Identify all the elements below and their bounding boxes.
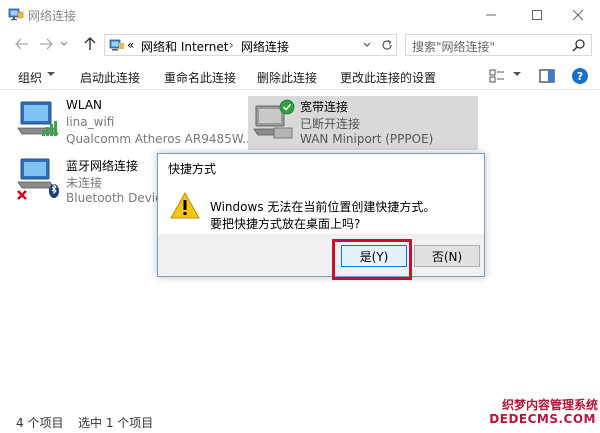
change-settings-button[interactable]: 更改此连接的设置 xyxy=(340,69,436,86)
arrow-left-icon xyxy=(15,38,28,50)
shortcut-dialog: 快捷方式 Windows 无法在当前位置创建快捷方式。 要把快捷方式放在桌面上吗… xyxy=(157,153,485,280)
watermark-line1: 织梦内容管理系统 xyxy=(501,398,598,412)
dialog-message-line1: Windows 无法在当前位置创建快捷方式。 xyxy=(210,200,436,214)
minimize-icon xyxy=(486,14,496,16)
broadband-icon xyxy=(253,99,295,139)
selected-count: 选中 1 个项目 xyxy=(78,416,154,430)
connection-status: 未连接 xyxy=(66,176,103,190)
arrow-right-icon xyxy=(40,38,53,50)
wifi-adapter-icon xyxy=(17,101,59,136)
help-icon[interactable]: ? xyxy=(571,67,589,85)
arrow-up-icon xyxy=(84,37,96,50)
warning-icon xyxy=(170,192,200,219)
item-count: 4 个项目 xyxy=(16,416,64,430)
address-history-button[interactable] xyxy=(359,37,375,53)
search-icon[interactable] xyxy=(571,38,587,54)
breadcrumb-separator[interactable]: › xyxy=(229,38,234,52)
maximize-button[interactable] xyxy=(514,0,560,30)
path-overflow[interactable]: « xyxy=(127,38,134,52)
connection-name: WLAN xyxy=(66,98,103,112)
back-button[interactable] xyxy=(12,34,32,54)
delete-connection-button[interactable]: 删除此连接 xyxy=(257,69,317,86)
forward-button[interactable] xyxy=(36,34,56,54)
title-bar: 网络连接 xyxy=(0,0,600,30)
close-button[interactable] xyxy=(556,0,600,30)
connection-status: lina_wifi xyxy=(66,115,115,129)
minimize-button[interactable] xyxy=(468,0,514,30)
refresh-icon xyxy=(382,39,392,50)
network-folder-icon xyxy=(109,39,124,51)
watermark: 织梦内容管理系统 DEDECMS.COM xyxy=(489,396,598,432)
refresh-button[interactable] xyxy=(379,37,395,53)
dialog-body: Windows 无法在当前位置创建快捷方式。 要把快捷方式放在桌面上吗? xyxy=(158,182,484,234)
organize-menu[interactable]: 组织 xyxy=(18,69,42,86)
dialog-footer: 是(Y) 否(N) xyxy=(158,234,484,276)
svg-text:?: ? xyxy=(577,70,583,83)
connection-item-broadband[interactable]: 宽带连接 已断开连接 WAN Miniport (PPPOE) xyxy=(248,96,478,150)
window-title: 网络连接 xyxy=(28,9,77,23)
connection-status: 已断开连接 xyxy=(300,117,361,131)
dialog-title: 快捷方式 xyxy=(168,162,217,176)
up-button[interactable] xyxy=(80,34,100,54)
command-bar: 组织 启动此连接 重命名此连接 删除此连接 更改此连接的设置 ? xyxy=(0,62,600,90)
change-view-icon[interactable] xyxy=(488,67,506,85)
bluetooth-adapter-icon xyxy=(17,158,59,200)
view-dropdown-icon[interactable] xyxy=(513,72,521,76)
no-button[interactable]: 否(N) xyxy=(414,245,480,267)
maximize-icon xyxy=(532,10,542,20)
organize-dropdown-icon xyxy=(47,72,55,76)
breadcrumb-network-connections[interactable]: 网络连接 xyxy=(241,38,289,55)
connection-item-wlan[interactable]: WLAN lina_wifi Qualcomm Atheros AR9485W.… xyxy=(16,96,254,152)
connection-device: Bluetooth Device xyxy=(66,191,170,205)
dialog-message-line2: 要把快捷方式放在桌面上吗? xyxy=(210,217,361,231)
start-connection-button[interactable]: 启动此连接 xyxy=(80,69,140,86)
watermark-line2: DEDECMS.COM xyxy=(489,412,596,426)
navigation-bar: « 网络和 Internet › 网络连接 搜索"网络连接" xyxy=(0,30,600,60)
connection-name: 蓝牙网络连接 xyxy=(66,159,139,173)
chevron-down-icon xyxy=(363,42,371,47)
search-placeholder: 搜索"网络连接" xyxy=(412,40,496,54)
rename-connection-button[interactable]: 重命名此连接 xyxy=(164,69,236,86)
connection-device: Qualcomm Atheros AR9485W... xyxy=(66,132,254,146)
connection-name: 宽带连接 xyxy=(300,100,349,114)
connection-device: WAN Miniport (PPPOE) xyxy=(300,132,434,146)
preview-pane-icon[interactable] xyxy=(538,67,556,85)
yes-button[interactable]: 是(Y) xyxy=(341,245,407,267)
breadcrumb-network-internet[interactable]: 网络和 Internet xyxy=(141,38,228,55)
recent-locations-button[interactable] xyxy=(58,34,70,54)
search-input[interactable]: 搜索"网络连接" xyxy=(405,34,592,56)
address-bar[interactable]: « 网络和 Internet › 网络连接 xyxy=(104,34,397,56)
chevron-down-icon xyxy=(60,41,68,46)
close-icon xyxy=(573,10,583,20)
network-folder-icon xyxy=(8,8,24,21)
